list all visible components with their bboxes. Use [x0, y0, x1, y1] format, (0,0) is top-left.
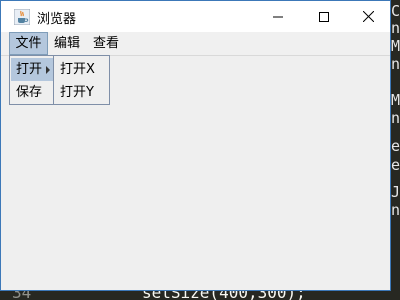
- menu-item-open-y[interactable]: 打开Y: [60, 81, 94, 104]
- ide-char: n: [391, 109, 400, 127]
- java-cup-icon: [14, 9, 30, 25]
- menu-item-label: 保存: [16, 85, 43, 100]
- ide-char: J: [391, 183, 400, 201]
- ide-char: n: [391, 19, 400, 37]
- browser-window: 浏览器 文件 编辑 查看 打开 保存 打开X 打开Y: [0, 0, 391, 291]
- title-bar[interactable]: 浏览器: [1, 1, 390, 32]
- close-button[interactable]: [345, 1, 391, 32]
- ide-char: M: [391, 91, 400, 109]
- menu-item-open[interactable]: 打开: [11, 58, 53, 81]
- menu-edit[interactable]: 编辑: [48, 32, 86, 55]
- ide-char: e: [391, 156, 400, 174]
- menu-item-open-x[interactable]: 打开X: [60, 58, 95, 81]
- menu-item-save[interactable]: 保存: [11, 81, 53, 104]
- menu-bar: 文件 编辑 查看: [1, 32, 390, 55]
- open-submenu: 打开X 打开Y: [53, 55, 110, 105]
- close-icon: [362, 11, 374, 22]
- ide-char: C: [391, 2, 400, 20]
- ide-char: n: [391, 201, 400, 219]
- menu-file[interactable]: 文件: [9, 32, 48, 55]
- ide-char: n: [391, 55, 400, 73]
- ide-char: M: [391, 37, 400, 55]
- minimize-icon: [273, 16, 283, 17]
- submenu-arrow-icon: [46, 66, 50, 74]
- maximize-icon: [319, 11, 329, 22]
- minimize-button[interactable]: [255, 1, 301, 32]
- window-title: 浏览器: [37, 12, 77, 27]
- menu-view[interactable]: 查看: [87, 32, 125, 55]
- ide-char: e: [391, 137, 400, 155]
- file-dropdown-menu: 打开 保存: [9, 55, 55, 105]
- ide-code-right-edge: C n M n M n e e J n: [390, 0, 400, 300]
- menu-item-label: 打开: [16, 62, 43, 77]
- maximize-button[interactable]: [301, 1, 347, 32]
